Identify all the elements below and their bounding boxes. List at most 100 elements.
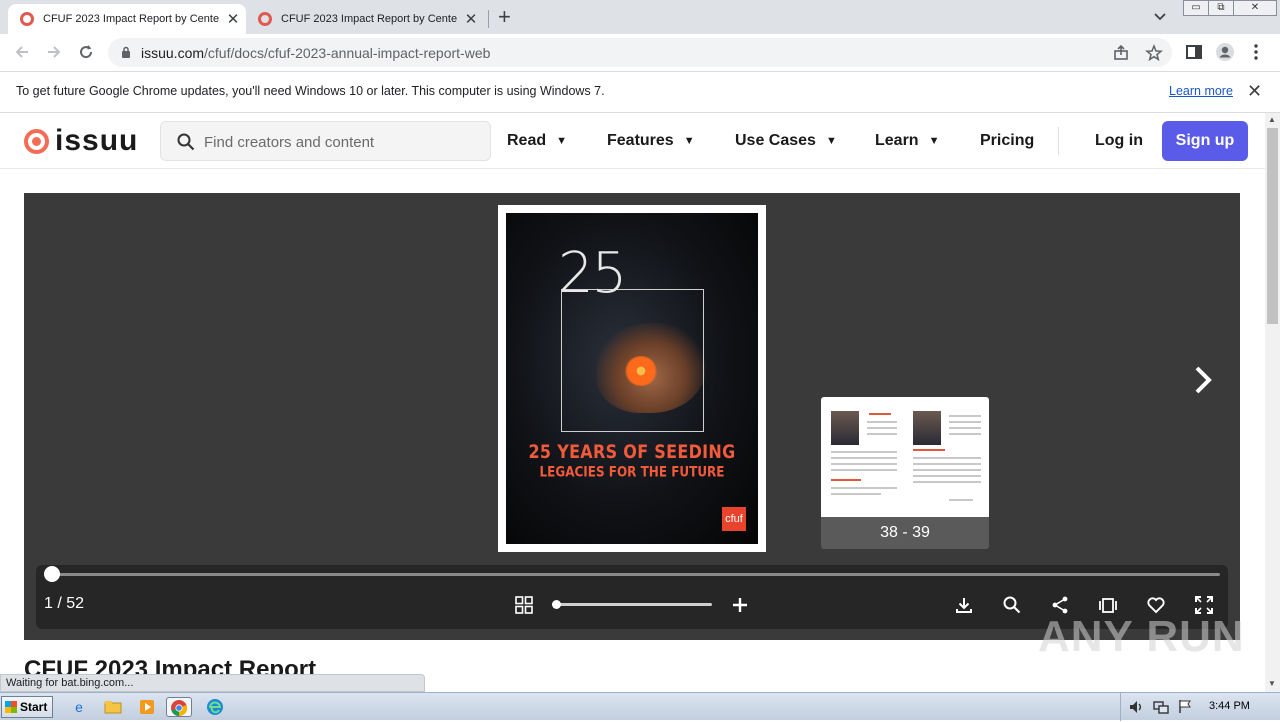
next-page-arrow-icon[interactable]	[1188, 360, 1218, 400]
zoom-slider[interactable]	[552, 600, 712, 609]
nav-read[interactable]: Read ▼	[507, 132, 567, 150]
text-line	[949, 415, 981, 417]
lock-icon[interactable]	[121, 46, 131, 58]
nav-features[interactable]: Features ▼	[607, 132, 695, 150]
heading-line	[869, 413, 891, 415]
url-host: issuu.com	[141, 45, 205, 61]
nav-use-cases-label: Use Cases	[735, 132, 816, 149]
url-text: issuu.com/cfuf/docs/cfuf-2023-annual-imp…	[141, 45, 490, 61]
header-divider	[1058, 127, 1059, 155]
chevron-down-icon: ▼	[825, 135, 837, 147]
text-line	[867, 421, 897, 423]
logo-wordmark: issuu	[55, 124, 139, 157]
browser-toolbar: issuu.com/cfuf/docs/cfuf-2023-annual-imp…	[0, 34, 1280, 71]
tab-title: CFUF 2023 Impact Report by Center for Ur…	[281, 13, 457, 25]
anyrun-watermark: ANY RUN	[1038, 612, 1245, 661]
search-box[interactable]	[160, 121, 491, 161]
tab-active[interactable]: CFUF 2023 Impact Report by Center for Ur…	[8, 4, 246, 34]
zoom-slider-knob[interactable]	[552, 600, 561, 609]
document-reader[interactable]: 25 25 YEARS OF SEEDING LEGACIES FOR THE …	[24, 193, 1240, 640]
login-link[interactable]: Log in	[1095, 132, 1143, 150]
nav-pricing[interactable]: Pricing	[980, 132, 1034, 150]
text-line	[913, 469, 981, 471]
nav-features-label: Features	[607, 132, 674, 149]
menu-kebab-icon[interactable]	[1246, 42, 1266, 62]
nav-use-cases[interactable]: Use Cases ▼	[735, 132, 837, 150]
action-center-flag-icon[interactable]	[1178, 699, 1192, 714]
download-icon[interactable]	[954, 595, 974, 615]
cover-subheadline: LEGACIES FOR THE FUTURE	[539, 463, 725, 481]
new-tab-button[interactable]: +	[498, 5, 511, 29]
cover-page[interactable]: 25 25 YEARS OF SEEDING LEGACIES FOR THE …	[498, 205, 766, 552]
internet-explorer-icon[interactable]: e	[66, 697, 92, 717]
edge-icon[interactable]	[202, 697, 228, 717]
heading-line	[831, 479, 861, 481]
portrait-photo	[831, 411, 859, 445]
volume-speaker-icon[interactable]	[1129, 700, 1145, 714]
tab-title: CFUF 2023 Impact Report by Center for Ur…	[43, 13, 219, 25]
page-scrollbar[interactable]: ▲ ▼	[1265, 113, 1280, 692]
page-indicator: 1 / 52	[44, 595, 85, 612]
search-input[interactable]	[204, 132, 474, 152]
share-page-icon[interactable]	[1112, 44, 1130, 62]
page-progress-knob[interactable]	[44, 566, 60, 582]
infobar-message: To get future Google Chrome updates, you…	[16, 84, 605, 98]
forward-arrow-icon[interactable]	[44, 42, 64, 62]
search-in-document-icon[interactable]	[1002, 595, 1022, 615]
chevron-down-icon: ▼	[683, 135, 695, 147]
tab-close-icon[interactable]: ✕	[225, 10, 241, 28]
signup-button[interactable]: Sign up	[1162, 121, 1248, 161]
spread-pages	[821, 397, 989, 517]
start-label: Start	[20, 700, 48, 714]
page-progress-track[interactable]	[44, 566, 1220, 582]
profile-avatar-icon[interactable]	[1215, 42, 1235, 62]
text-line	[831, 451, 897, 453]
issuu-favicon-icon	[20, 12, 34, 26]
update-infobar: To get future Google Chrome updates, you…	[0, 71, 1280, 113]
text-line	[913, 457, 981, 459]
chrome-taskbar-icon[interactable]	[166, 697, 192, 717]
scrollbar-thumb[interactable]	[1267, 128, 1278, 324]
nav-learn[interactable]: Learn ▼	[875, 132, 939, 150]
text-line	[913, 481, 981, 483]
site-header: issuu Read▼ Features▼ Use Cases▼ Learn▼ …	[0, 113, 1265, 169]
infobar-close-icon[interactable]: ✕	[1247, 81, 1262, 102]
restore-button[interactable]: ⧉	[1208, 0, 1234, 16]
cover-artwork: 25 25 YEARS OF SEEDING LEGACIES FOR THE …	[506, 213, 758, 544]
text-line	[831, 469, 897, 471]
nav-read-label: Read	[507, 132, 547, 149]
cover-frame	[561, 289, 704, 432]
bookmark-star-icon[interactable]	[1145, 44, 1163, 62]
scroll-down-arrow-icon[interactable]: ▼	[1268, 679, 1276, 688]
scroll-up-arrow-icon[interactable]: ▲	[1268, 115, 1276, 124]
reload-icon[interactable]	[76, 42, 96, 62]
minimize-button[interactable]: ▭	[1183, 0, 1209, 16]
text-line	[831, 463, 897, 465]
issuu-logo-mark-icon	[24, 128, 49, 154]
tab-separator	[488, 10, 489, 28]
tab-strip: CFUF 2023 Impact Report by Center for Ur…	[0, 0, 1280, 34]
file-explorer-icon[interactable]	[100, 697, 126, 717]
back-arrow-icon[interactable]	[12, 42, 32, 62]
media-player-icon[interactable]	[134, 697, 160, 717]
grid-view-icon[interactable]	[514, 595, 534, 615]
window-close-button[interactable]: ✕	[1233, 0, 1277, 16]
address-bar[interactable]: issuu.com/cfuf/docs/cfuf-2023-annual-imp…	[108, 38, 1172, 67]
tab-search-chevron-icon[interactable]	[1152, 8, 1168, 24]
text-line	[913, 463, 981, 465]
text-line	[949, 427, 981, 429]
zoom-in-plus-icon[interactable]	[730, 595, 750, 615]
url-path: /cfuf/docs/cfuf-2023-annual-impact-repor…	[204, 45, 491, 61]
tab-inactive[interactable]: CFUF 2023 Impact Report by Center for Ur…	[246, 4, 486, 34]
heading-line	[913, 449, 945, 451]
page-preview-thumbnail[interactable]: 38 - 39	[821, 397, 989, 549]
issuu-logo[interactable]: issuu	[24, 124, 139, 157]
learn-more-link[interactable]: Learn more	[1169, 84, 1233, 98]
status-bubble: Waiting for bat.bing.com...	[0, 674, 425, 692]
tab-close-icon[interactable]: ✕	[463, 10, 479, 28]
start-button[interactable]: Start	[1, 696, 53, 718]
side-panel-icon[interactable]	[1184, 42, 1204, 62]
network-icon[interactable]	[1153, 700, 1169, 714]
cfuf-logo-badge: cfuf	[722, 507, 746, 531]
issuu-favicon-icon	[258, 12, 272, 26]
